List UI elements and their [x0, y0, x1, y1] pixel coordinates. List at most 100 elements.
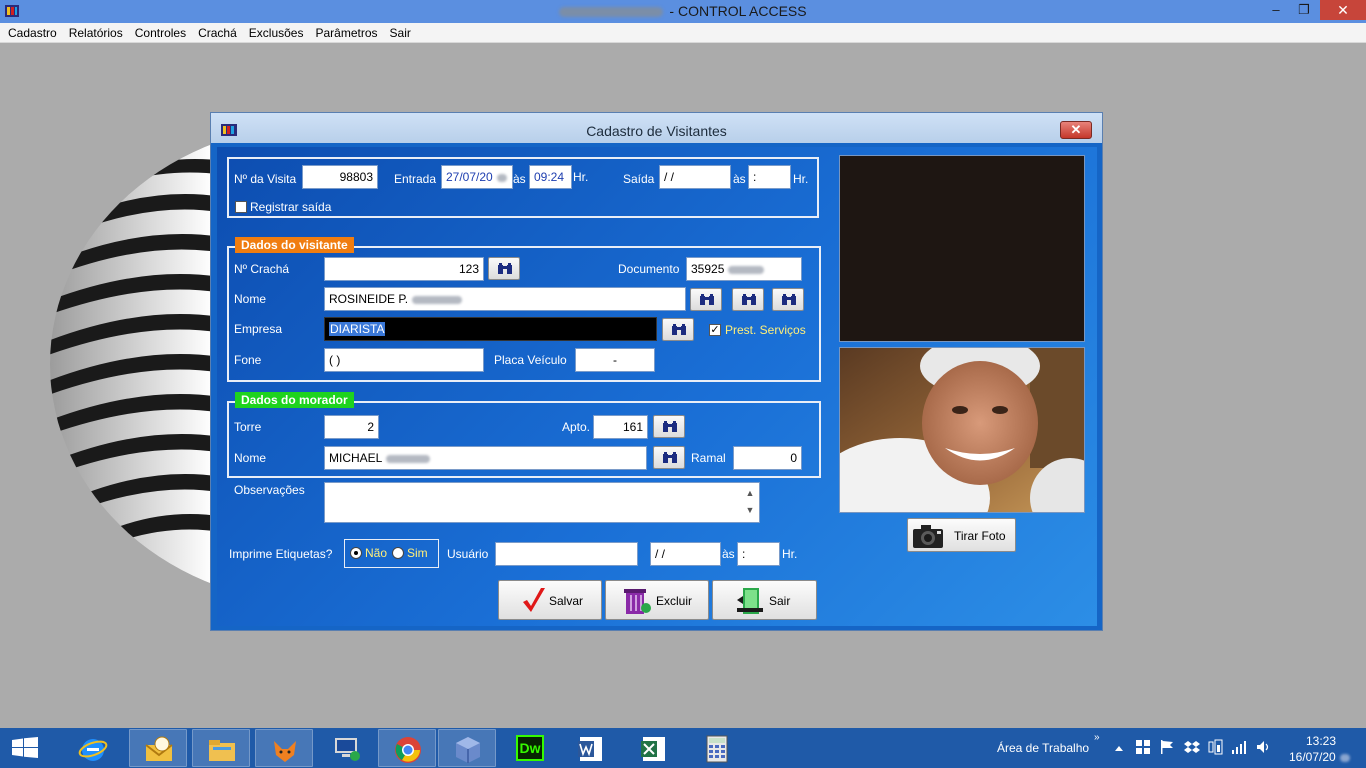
placa-field[interactable]: -	[575, 348, 655, 372]
documento-field[interactable]: 35925	[686, 257, 802, 281]
morador-search-button[interactable]	[653, 446, 685, 469]
binoculars-icon	[663, 421, 677, 432]
signal-icon[interactable]	[1232, 740, 1248, 754]
nome-search-button-3[interactable]	[772, 288, 804, 311]
dropbox-icon[interactable]	[1184, 740, 1200, 754]
documento-label: Documento	[618, 262, 680, 276]
cracha-field[interactable]: 123	[324, 257, 484, 281]
sair-button[interactable]: Sair	[712, 580, 817, 620]
menu-controles[interactable]: Controles	[129, 23, 192, 40]
camera-icon	[913, 525, 943, 548]
footer-time-field[interactable]: :	[737, 542, 780, 566]
nome-search-button-1[interactable]	[690, 288, 722, 311]
toolbar-expand-icon[interactable]: »	[1094, 732, 1100, 743]
saida-date-field[interactable]: / /	[659, 165, 731, 189]
saida-as-label: às	[733, 172, 746, 186]
close-button[interactable]: ✕	[1320, 0, 1366, 20]
show-hidden-icons-icon[interactable]	[1114, 744, 1124, 752]
clock-date[interactable]: 16/07/20	[1289, 750, 1350, 764]
nome-morador-field[interactable]: MICHAEL	[324, 446, 647, 470]
prest-servicos-label: Prest. Serviços	[725, 323, 806, 337]
taskbar-internet-explorer[interactable]	[64, 729, 122, 767]
taskbar-calculator[interactable]	[688, 729, 746, 767]
start-button[interactable]	[0, 728, 50, 768]
usuario-field[interactable]	[495, 542, 638, 566]
menu-sair[interactable]: Sair	[384, 23, 417, 40]
fone-field[interactable]: ( )	[324, 348, 484, 372]
maximize-button[interactable]: ❐	[1290, 0, 1318, 20]
windows-logo-icon	[12, 737, 38, 758]
entrada-time-field[interactable]: 09:24	[529, 165, 572, 189]
taskbar-remote-desktop[interactable]	[318, 729, 376, 767]
registrar-saida-checkbox[interactable]	[235, 201, 247, 213]
torre-field[interactable]: 2	[324, 415, 379, 439]
visit-number-label: Nº da Visita	[234, 172, 297, 186]
clock-time[interactable]: 13:23	[1306, 734, 1336, 748]
taskbar-fox-app[interactable]	[255, 729, 313, 767]
area-de-trabalho-label[interactable]: Área de Trabalho	[997, 741, 1089, 755]
volume-icon[interactable]	[1256, 740, 1272, 754]
menu-relatorios[interactable]: Relatórios	[63, 23, 129, 40]
calculator-icon	[706, 735, 728, 763]
etiquetas-sim-label: Sim	[407, 546, 428, 560]
excluir-button[interactable]: Excluir	[605, 580, 709, 620]
taskbar-chrome[interactable]	[378, 729, 436, 767]
menu-exclusoes[interactable]: Exclusões	[243, 23, 310, 40]
etiquetas-label: Imprime Etiquetas?	[229, 547, 333, 561]
ramal-field[interactable]: 0	[733, 446, 802, 470]
checkmark-icon	[523, 588, 545, 612]
saida-label: Saída	[623, 172, 655, 186]
entrada-date-field[interactable]: 27/07/20	[441, 165, 513, 189]
dreamweaver-icon: Dw	[516, 735, 544, 761]
word-icon	[578, 737, 602, 761]
footer-date-field[interactable]: / /	[650, 542, 721, 566]
fox-app-icon	[274, 741, 296, 762]
main-titlebar: - CONTROL ACCESS – ❐ ✕	[0, 0, 1366, 23]
etiquetas-nao-radio[interactable]	[350, 547, 362, 559]
taskbar-file-explorer[interactable]	[192, 729, 250, 767]
observacoes-scrollbar[interactable]: ▲ ▼	[743, 485, 757, 520]
taskbar-word[interactable]	[562, 729, 620, 767]
menu-parametros[interactable]: Parâmetros	[309, 23, 383, 40]
taskbar-dreamweaver[interactable]: Dw	[500, 729, 558, 767]
morador-box: Dados do morador Torre 2 Apto. 161 Nome …	[227, 392, 821, 478]
flag-icon[interactable]	[1160, 740, 1174, 754]
windows-tray-icon[interactable]	[1136, 740, 1150, 754]
taskbar-outlook[interactable]	[129, 729, 187, 767]
binoculars-icon	[672, 324, 686, 335]
menu-bar: Cadastro Relatórios Controles Crachá Exclusõ…	[0, 23, 1366, 43]
chrome-icon	[395, 737, 421, 763]
apto-search-button[interactable]	[653, 415, 685, 438]
internet-explorer-icon	[78, 739, 108, 761]
taskbar: Dw Área de Trabalho » 13:23 16/07/20	[0, 728, 1366, 768]
visitor-photo-image	[840, 348, 1084, 512]
cracha-search-button[interactable]	[488, 257, 520, 280]
etiquetas-sim-radio[interactable]	[392, 547, 404, 559]
visitante-legend: Dados do visitante	[235, 237, 354, 253]
taskbar-virtualbox[interactable]	[438, 729, 496, 767]
cracha-label: Nº Crachá	[234, 262, 290, 276]
prest-servicos-checkbox[interactable]: ✓	[709, 324, 721, 336]
salvar-button[interactable]: Salvar	[498, 580, 602, 620]
apto-field[interactable]: 161	[593, 415, 648, 439]
saida-time-field[interactable]: :	[748, 165, 791, 189]
menu-cracha[interactable]: Crachá	[192, 23, 243, 40]
empresa-search-button[interactable]	[662, 318, 694, 341]
taskbar-excel[interactable]	[625, 729, 683, 767]
dialog-close-button[interactable]: ✕	[1060, 121, 1092, 139]
battery-icon[interactable]	[1208, 739, 1224, 755]
visitor-photo	[839, 347, 1085, 513]
visit-number-field[interactable]: 98803	[302, 165, 378, 189]
saida-hr-label: Hr.	[793, 172, 809, 186]
observacoes-field[interactable]	[324, 482, 760, 523]
tirar-foto-button[interactable]: Tirar Foto	[907, 518, 1016, 552]
registrar-saida-label: Registrar saída	[250, 200, 332, 214]
minimize-button[interactable]: –	[1262, 0, 1290, 20]
menu-cadastro[interactable]: Cadastro	[2, 23, 63, 40]
outlook-icon	[145, 736, 173, 761]
empresa-label: Empresa	[234, 322, 283, 336]
etiquetas-nao-label: Não	[365, 546, 388, 560]
nome-search-button-2[interactable]	[732, 288, 764, 311]
empresa-field[interactable]: DIARISTA	[324, 317, 657, 341]
nome-visitante-field[interactable]: ROSINEIDE P.	[324, 287, 686, 311]
